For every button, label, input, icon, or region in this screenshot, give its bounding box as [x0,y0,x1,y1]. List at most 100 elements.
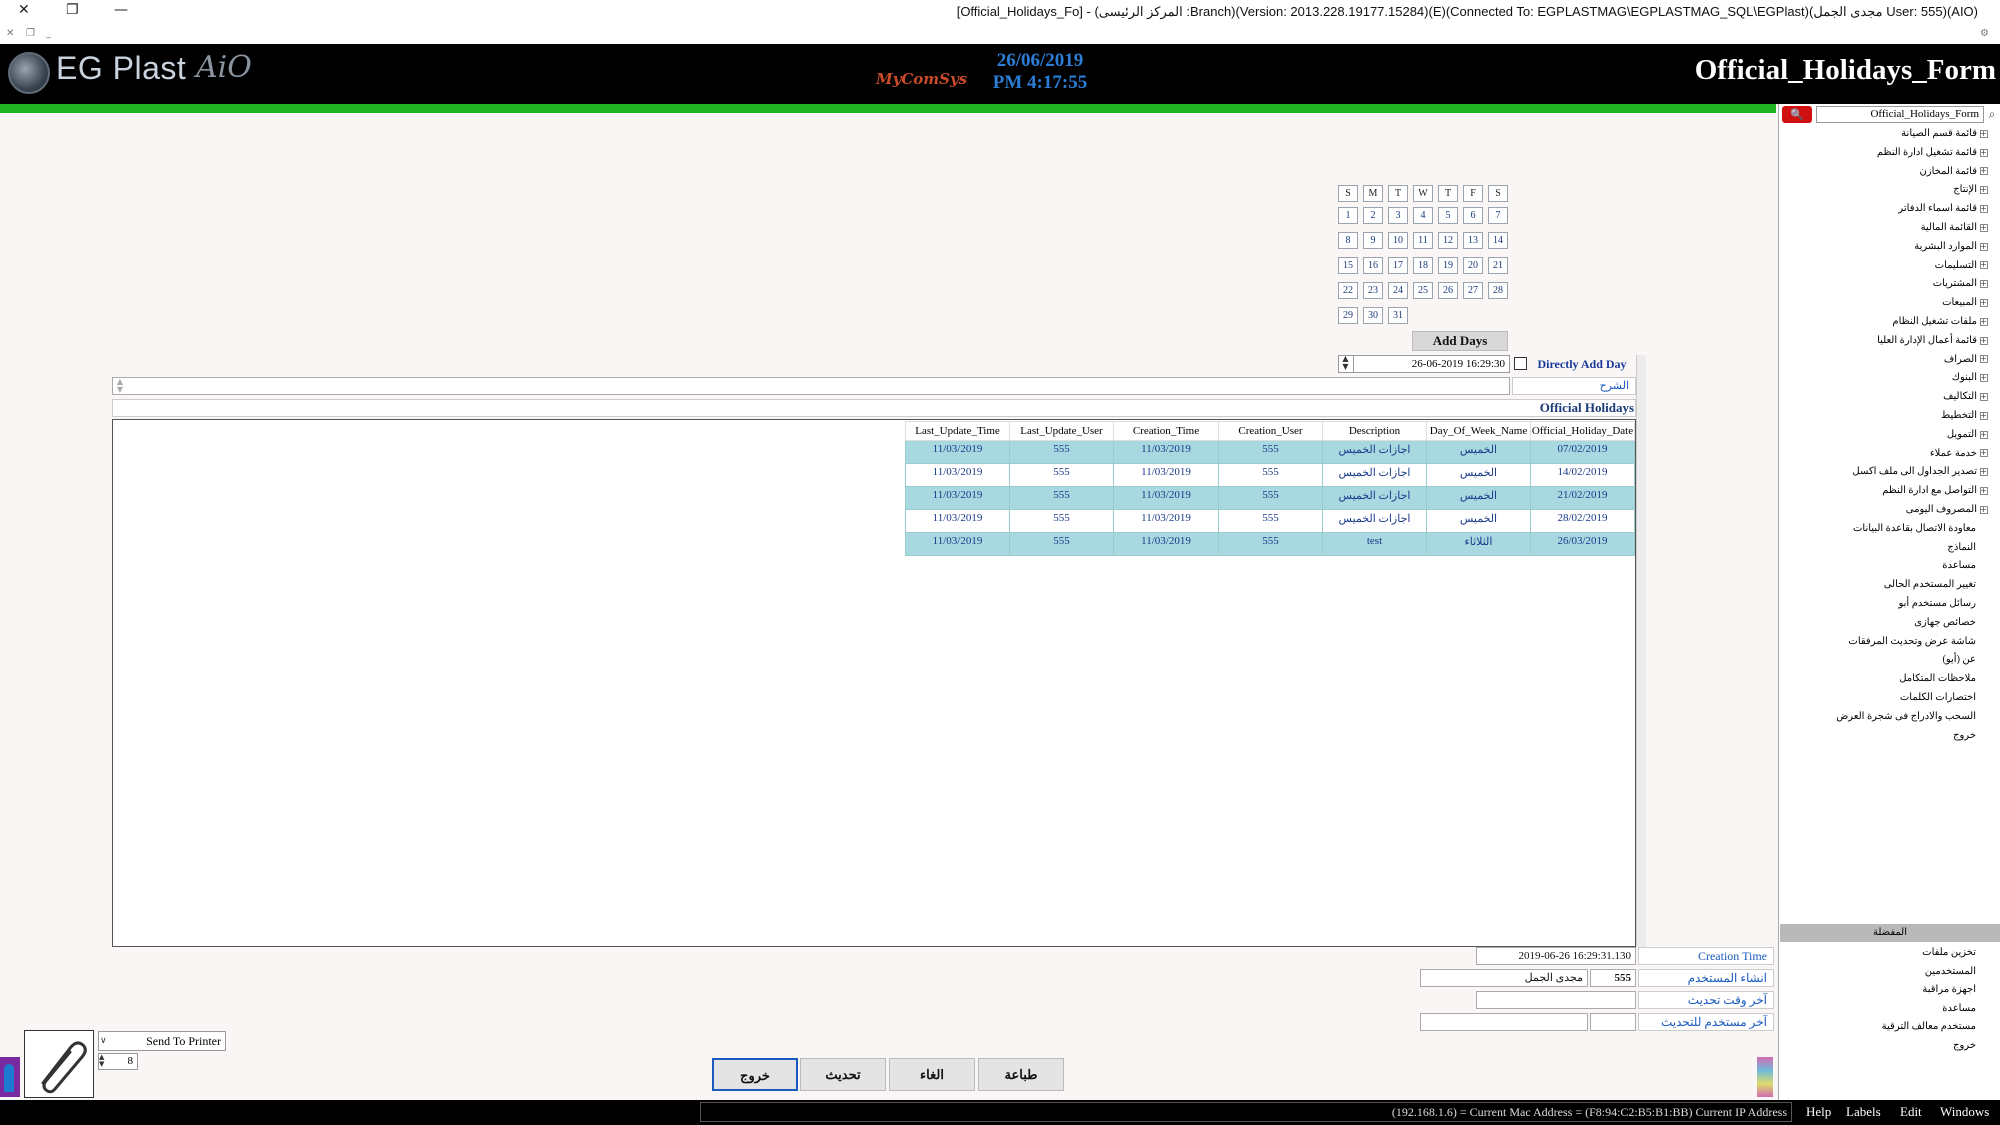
sidebar-tree-item[interactable]: +قائمة تشغيل ادارة النظم [1877,145,1988,161]
calendar-day[interactable]: 27 [1463,282,1483,299]
sidebar-tree-item[interactable]: +تصدير الجداول الى ملف اكسل [1852,464,1988,480]
favorite-item[interactable]: المستخدمين [1925,964,1976,980]
table-cell[interactable]: 26/03/2019 [1530,532,1635,556]
table-cell[interactable]: 555 [1009,509,1114,533]
calendar-day[interactable]: 24 [1388,282,1408,299]
attachment-button[interactable] [24,1030,94,1098]
expand-icon[interactable]: + [1980,505,1988,514]
table-cell[interactable]: اجازات الخميس [1322,486,1427,510]
menu-labels[interactable]: Labels [1846,1104,1881,1120]
sidebar-tree-item[interactable]: +الموارد البشرية [1914,239,1988,255]
mdi-restore-icon[interactable]: ❐ [26,28,35,39]
table-cell[interactable]: الخميس [1426,440,1531,464]
sidebar-tree-item[interactable]: +قائمة قسم الصيانة [1901,126,1988,142]
table-cell[interactable]: 555 [1009,440,1114,464]
calendar-day[interactable]: 2 [1363,207,1383,224]
sidebar-tree-item[interactable]: +خدمة عملاء [1930,446,1988,462]
expand-icon[interactable]: + [1980,374,1988,383]
table-cell[interactable]: اجازات الخميس [1322,440,1427,464]
calendar-day[interactable]: 28 [1488,282,1508,299]
favorite-item[interactable]: مساعدة [1942,1001,1976,1017]
sidebar-tree-item[interactable]: مساعدة [1942,558,1976,574]
calendar-day[interactable]: 15 [1338,257,1358,274]
sidebar-tree-item[interactable]: ملاحظات المتكامل [1899,671,1976,687]
expand-icon[interactable]: + [1980,223,1988,232]
expand-icon[interactable]: + [1980,280,1988,289]
table-cell[interactable]: 555 [1218,509,1323,533]
restore-icon[interactable]: ❐ [66,2,79,18]
expand-icon[interactable]: + [1980,148,1988,157]
printer-select[interactable]: Send To Printer [98,1031,226,1051]
sidebar-tree-item[interactable]: +القائمة المالية [1921,220,1988,236]
column-header[interactable]: Description [1322,421,1427,441]
column-header[interactable]: Creation_Time [1113,421,1219,441]
calendar-day[interactable]: 29 [1338,307,1358,324]
table-cell[interactable]: 11/03/2019 [905,486,1010,510]
calendar-day[interactable]: 17 [1388,257,1408,274]
calendar-day[interactable]: 20 [1463,257,1483,274]
calendar-day[interactable]: 23 [1363,282,1383,299]
calendar-day[interactable]: 13 [1463,232,1483,249]
calendar-day[interactable]: 16 [1363,257,1383,274]
table-row[interactable]: 11/03/2019 555 11/03/2019 555 اجازات الخميس ا… [905,509,1635,533]
column-header[interactable]: Creation_User [1218,421,1323,441]
expand-icon[interactable]: + [1980,486,1988,495]
minimize-icon[interactable]: — [114,2,128,18]
table-cell[interactable]: الثلاثاء [1426,532,1531,556]
calendar-day[interactable]: 6 [1463,207,1483,224]
search-input[interactable]: Official_Holidays_Form [1816,106,1984,123]
table-cell[interactable]: test [1322,532,1427,556]
sidebar-tree-item[interactable]: اختصارات الكلمات [1900,690,1976,706]
favorite-item[interactable]: خروج [1953,1038,1976,1054]
table-cell[interactable]: 11/03/2019 [905,440,1010,464]
table-row[interactable]: 11/03/2019 555 11/03/2019 555 اجازات الخميس ا… [905,463,1635,487]
search-button[interactable]: 🔍 [1782,106,1812,123]
close-icon[interactable]: ✕ [18,2,30,18]
table-cell[interactable]: 28/02/2019 [1530,509,1635,533]
expand-icon[interactable]: + [1980,449,1988,458]
expand-icon[interactable]: + [1980,392,1988,401]
sidebar-tree-item[interactable]: +التسليمات [1935,258,1988,274]
chevron-down-icon[interactable]: ∨ [100,1031,112,1051]
calendar-day[interactable]: 8 [1338,232,1358,249]
column-header[interactable]: Day_Of_Week_Name [1426,421,1531,441]
expand-icon[interactable]: + [1980,317,1988,326]
table-row[interactable]: 11/03/2019 555 11/03/2019 555 اجازات الخميس ا… [905,486,1635,510]
expand-icon[interactable]: + [1980,298,1988,307]
exit-button[interactable]: خروج [712,1058,798,1091]
expand-icon[interactable]: + [1980,411,1988,420]
sidebar-tree-item[interactable]: +الإنتاج [1953,182,1988,198]
sidebar-tree-item[interactable]: معاودة الاتصال بقاعدة البيانات [1853,521,1976,537]
holiday-datetime-field[interactable]: 26-06-2019 16:29:30 [1338,355,1510,373]
calendar-day[interactable]: 10 [1388,232,1408,249]
calendar-day[interactable]: 18 [1413,257,1433,274]
calendar-day[interactable]: 26 [1438,282,1458,299]
favorite-item[interactable]: مستخدم معالف الترقية [1882,1019,1976,1035]
sidebar-tree-item[interactable]: عن (أيو) [1943,652,1976,668]
print-button[interactable]: طباعة [978,1058,1064,1091]
table-cell[interactable]: اجازات الخميس [1322,509,1427,533]
search-icon[interactable]: ⌕ [1984,106,2000,123]
cancel-button[interactable]: الغاء [889,1058,975,1091]
calendar-day[interactable]: 11 [1413,232,1433,249]
sidebar-tree-item[interactable]: +التكاليف [1943,389,1988,405]
sidebar-tree-item[interactable]: +المصروف اليومى [1906,502,1988,518]
table-cell[interactable]: 11/03/2019 [1113,440,1219,464]
expand-icon[interactable]: + [1980,167,1988,176]
update-button[interactable]: تحديث [800,1058,886,1091]
expand-icon[interactable]: + [1980,204,1988,213]
copies-spinner-icon[interactable]: ▲ ▼ [99,1054,111,1069]
column-header[interactable]: Official_Holiday_Date [1530,421,1635,441]
calendar-day[interactable]: 12 [1438,232,1458,249]
sidebar-tree-item[interactable]: +قائمة المخازن [1919,164,1988,180]
mdi-minimize-icon[interactable]: _ [46,28,51,39]
calendar-day[interactable]: 9 [1363,232,1383,249]
calendar-day[interactable]: 22 [1338,282,1358,299]
sidebar-tree-item[interactable]: +قائمة أعمال الإدارة العليا [1877,333,1988,349]
table-cell[interactable]: 555 [1218,440,1323,464]
table-cell[interactable]: الخميس [1426,509,1531,533]
sidebar-tree-item[interactable]: +الصراف [1944,352,1988,368]
sidebar-tree-item[interactable]: +التمويل [1947,427,1988,443]
table-cell[interactable]: 11/03/2019 [1113,463,1219,487]
table-cell[interactable]: 555 [1009,463,1114,487]
